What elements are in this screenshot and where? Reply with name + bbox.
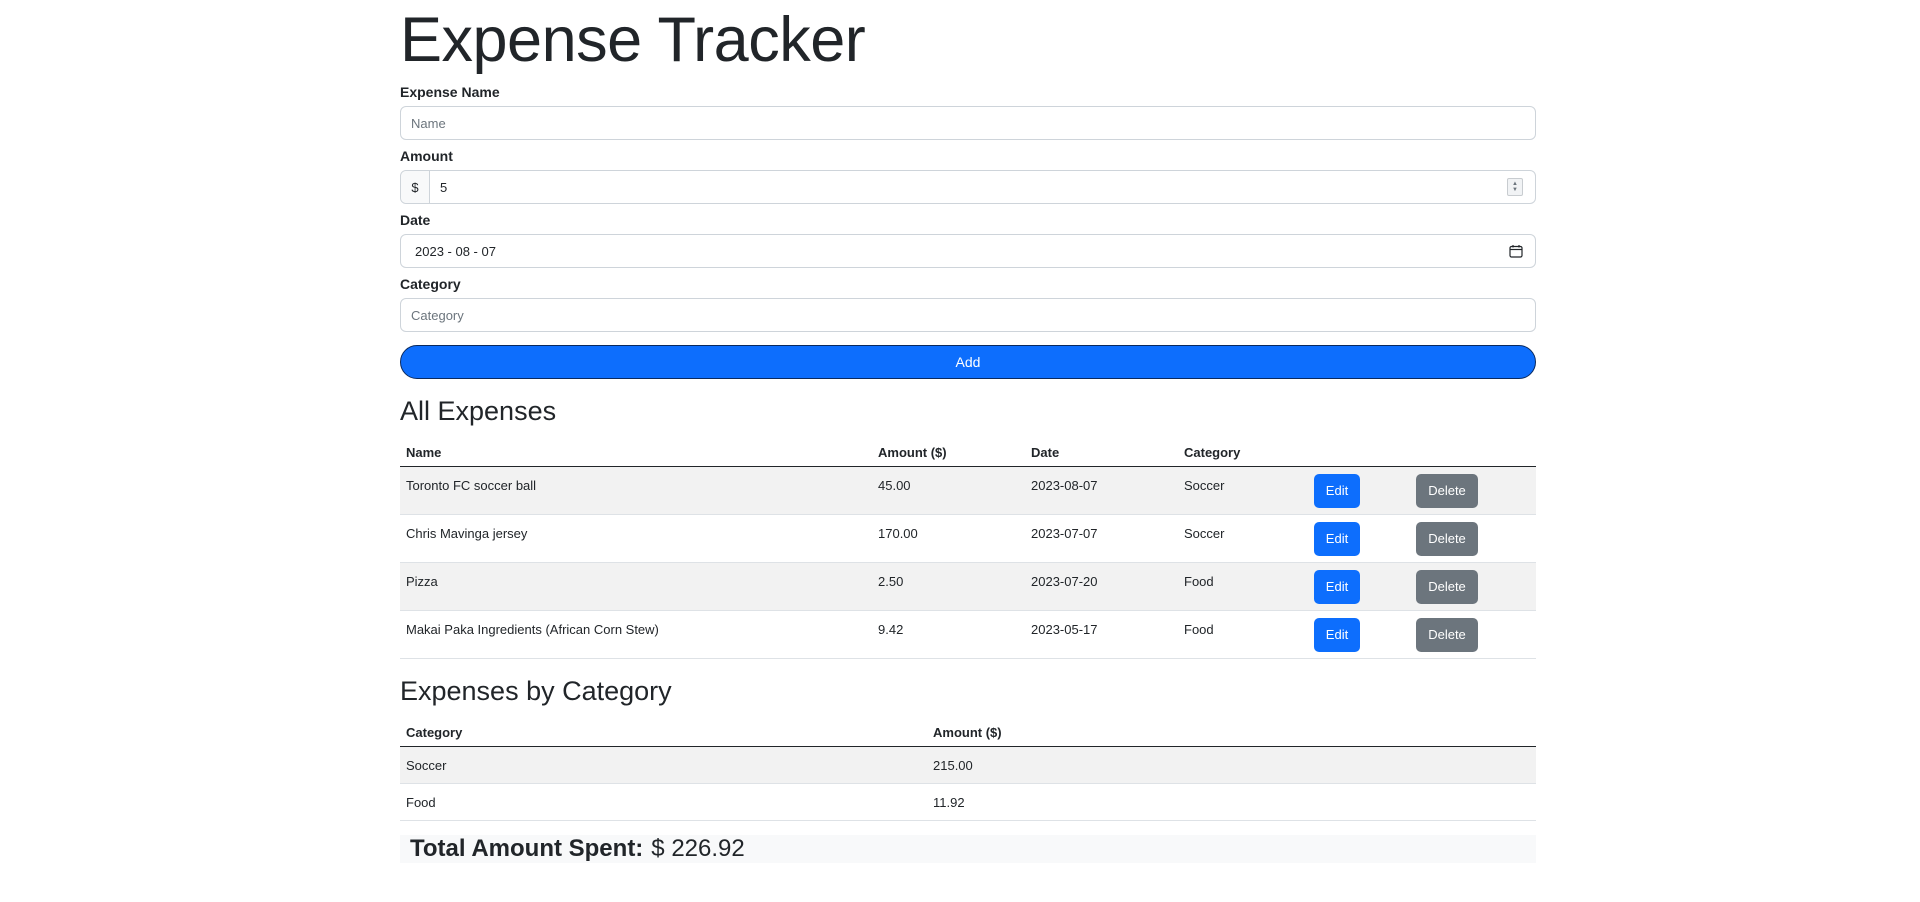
expense-date: 2023-08-07	[1025, 466, 1178, 515]
column-header-category: Category	[1178, 439, 1308, 467]
spinner-icon[interactable]: ▲ ▼	[1507, 178, 1523, 196]
amount-label: Amount	[400, 148, 453, 164]
expense-category: Soccer	[1178, 466, 1308, 515]
expense-amount: 2.50	[872, 562, 1025, 611]
calendar-icon[interactable]	[1509, 244, 1523, 258]
add-expense-form: Expense Name Name Amount $ 5 ▲ ▼ Date 20…	[400, 84, 1536, 379]
delete-button[interactable]: Delete	[1416, 570, 1478, 604]
category-amount: 11.92	[927, 783, 1536, 821]
column-header-amount: Amount ($)	[872, 439, 1025, 467]
category-name: Soccer	[400, 746, 927, 784]
expense-category: Food	[1178, 562, 1308, 611]
chevron-down-icon[interactable]: ▼	[1512, 187, 1518, 193]
table-row: Food 11.92	[400, 783, 1536, 821]
expenses-by-category-heading: Expenses by Category	[400, 676, 672, 706]
total-summary: Total Amount Spent: $ 226.92	[400, 835, 1536, 863]
all-expenses-heading: All Expenses	[400, 396, 557, 426]
column-header-delete	[1410, 439, 1536, 467]
expense-tracker-app: Expense Tracker Expense Name Name Amount…	[400, 0, 1536, 863]
column-header-name: Name	[400, 439, 872, 467]
category-name: Food	[400, 783, 927, 821]
expense-name: Toronto FC soccer ball	[400, 466, 872, 515]
expense-name: Chris Mavinga jersey	[400, 514, 872, 563]
expense-name: Pizza	[400, 562, 872, 611]
table-header-row: Name Amount ($) Date Category	[400, 439, 1536, 467]
expense-category: Food	[1178, 610, 1308, 659]
expense-amount: 9.42	[872, 610, 1025, 659]
total-label: Total Amount Spent:	[410, 835, 644, 862]
table-row: Makai Paka Ingredients (African Corn Ste…	[400, 610, 1536, 659]
expense-amount: 45.00	[872, 466, 1025, 515]
category-amount: 215.00	[927, 746, 1536, 784]
amount-input-group: $ 5 ▲ ▼	[400, 170, 1536, 204]
category-input[interactable]: Category	[400, 298, 1536, 332]
column-header-amount: Amount ($)	[927, 719, 1536, 747]
expense-name-label: Expense Name	[400, 84, 500, 100]
category-table: Category Amount ($) Soccer 215.00 Food 1…	[400, 719, 1536, 821]
table-row: Pizza 2.50 2023-07-20 Food Edit Delete	[400, 562, 1536, 611]
amount-input[interactable]: 5	[430, 171, 1507, 203]
expense-date: 2023-07-07	[1025, 514, 1178, 563]
edit-button[interactable]: Edit	[1314, 570, 1360, 604]
delete-button[interactable]: Delete	[1416, 522, 1478, 556]
expense-category: Soccer	[1178, 514, 1308, 563]
date-input[interactable]: 2023 - 08 - 07	[400, 234, 1536, 268]
expenses-table: Name Amount ($) Date Category Toronto FC…	[400, 439, 1536, 659]
delete-button[interactable]: Delete	[1416, 618, 1478, 652]
expense-amount: 170.00	[872, 514, 1025, 563]
add-button[interactable]: Add	[400, 345, 1536, 379]
date-value: 2023 - 08 - 07	[415, 243, 496, 259]
column-header-date: Date	[1025, 439, 1178, 467]
category-label: Category	[400, 276, 461, 292]
expense-name: Makai Paka Ingredients (African Corn Ste…	[400, 610, 872, 659]
edit-button[interactable]: Edit	[1314, 474, 1360, 508]
column-header-edit	[1308, 439, 1410, 467]
total-value: $ 226.92	[651, 835, 745, 862]
table-row: Soccer 215.00	[400, 746, 1536, 784]
column-header-category: Category	[400, 719, 927, 747]
page-title: Expense Tracker	[400, 5, 866, 75]
table-row: Toronto FC soccer ball 45.00 2023-08-07 …	[400, 466, 1536, 515]
delete-button[interactable]: Delete	[1416, 474, 1478, 508]
expense-date: 2023-05-17	[1025, 610, 1178, 659]
table-header-row: Category Amount ($)	[400, 719, 1536, 747]
expense-date: 2023-07-20	[1025, 562, 1178, 611]
expense-name-input[interactable]: Name	[400, 106, 1536, 140]
table-row: Chris Mavinga jersey 170.00 2023-07-07 S…	[400, 514, 1536, 563]
edit-button[interactable]: Edit	[1314, 618, 1360, 652]
dollar-prefix: $	[401, 171, 430, 203]
date-label: Date	[400, 212, 431, 228]
edit-button[interactable]: Edit	[1314, 522, 1360, 556]
